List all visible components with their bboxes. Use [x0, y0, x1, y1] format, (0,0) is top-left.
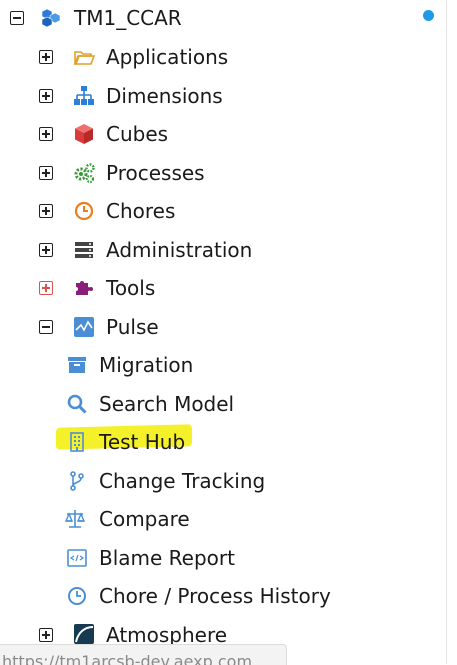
- magnifier-icon: [66, 393, 88, 415]
- history-clock-icon: [66, 585, 88, 607]
- tree-item-chore-process-history[interactable]: Chore / Process History: [99, 584, 331, 608]
- tree-item-migration[interactable]: Migration: [99, 353, 193, 377]
- tree-item-chores[interactable]: Chores: [106, 199, 175, 223]
- cube-icon: [73, 123, 95, 145]
- puzzle-icon: [73, 277, 95, 299]
- clock-icon: [73, 200, 95, 222]
- tree-item-test-hub[interactable]: Test Hub: [99, 430, 185, 454]
- tree-item-dimensions[interactable]: Dimensions: [106, 84, 223, 108]
- expand-toggle-chores[interactable]: [39, 204, 53, 218]
- atmosphere-icon: [73, 623, 95, 645]
- panel-divider: [446, 0, 447, 664]
- server-rack-icon: [73, 239, 95, 261]
- status-bar-url: https://tm1arcsb-dev.aexp.com: [0, 644, 287, 665]
- expand-toggle-atmosphere[interactable]: [39, 628, 53, 642]
- collapse-toggle-root[interactable]: [10, 11, 24, 25]
- folder-icon: [73, 46, 95, 68]
- expand-toggle-cubes[interactable]: [39, 127, 53, 141]
- tree-item-applications[interactable]: Applications: [106, 45, 228, 69]
- tree-item-blame-report[interactable]: Blame Report: [99, 546, 235, 570]
- scales-icon: [64, 508, 86, 530]
- tree-root-label[interactable]: TM1_CCAR: [74, 6, 182, 30]
- expand-toggle-processes[interactable]: [39, 166, 53, 180]
- expand-toggle-administration[interactable]: [39, 243, 53, 257]
- pulse-icon: [73, 316, 95, 338]
- tree-item-cubes[interactable]: Cubes: [106, 122, 168, 146]
- server-cubes-icon: [40, 7, 62, 29]
- hierarchy-icon: [73, 85, 95, 107]
- tree-item-processes[interactable]: Processes: [106, 161, 205, 185]
- connection-status-dot: [423, 10, 434, 21]
- tree-item-tools[interactable]: Tools: [106, 276, 155, 300]
- tree-item-search-model[interactable]: Search Model: [99, 392, 234, 416]
- archive-box-icon: [66, 354, 88, 376]
- expand-toggle-dimensions[interactable]: [39, 89, 53, 103]
- tree-item-change-tracking[interactable]: Change Tracking: [99, 469, 265, 493]
- tree-item-compare[interactable]: Compare: [99, 507, 190, 531]
- expand-toggle-tools[interactable]: [39, 281, 53, 295]
- tree-item-pulse[interactable]: Pulse: [106, 315, 159, 339]
- building-icon: [66, 431, 88, 453]
- collapse-toggle-pulse[interactable]: [39, 320, 53, 334]
- tree-item-administration[interactable]: Administration: [106, 238, 252, 262]
- expand-toggle-applications[interactable]: [39, 50, 53, 64]
- code-doc-icon: [66, 547, 88, 569]
- gears-icon: [73, 162, 95, 184]
- branch-icon: [66, 470, 88, 492]
